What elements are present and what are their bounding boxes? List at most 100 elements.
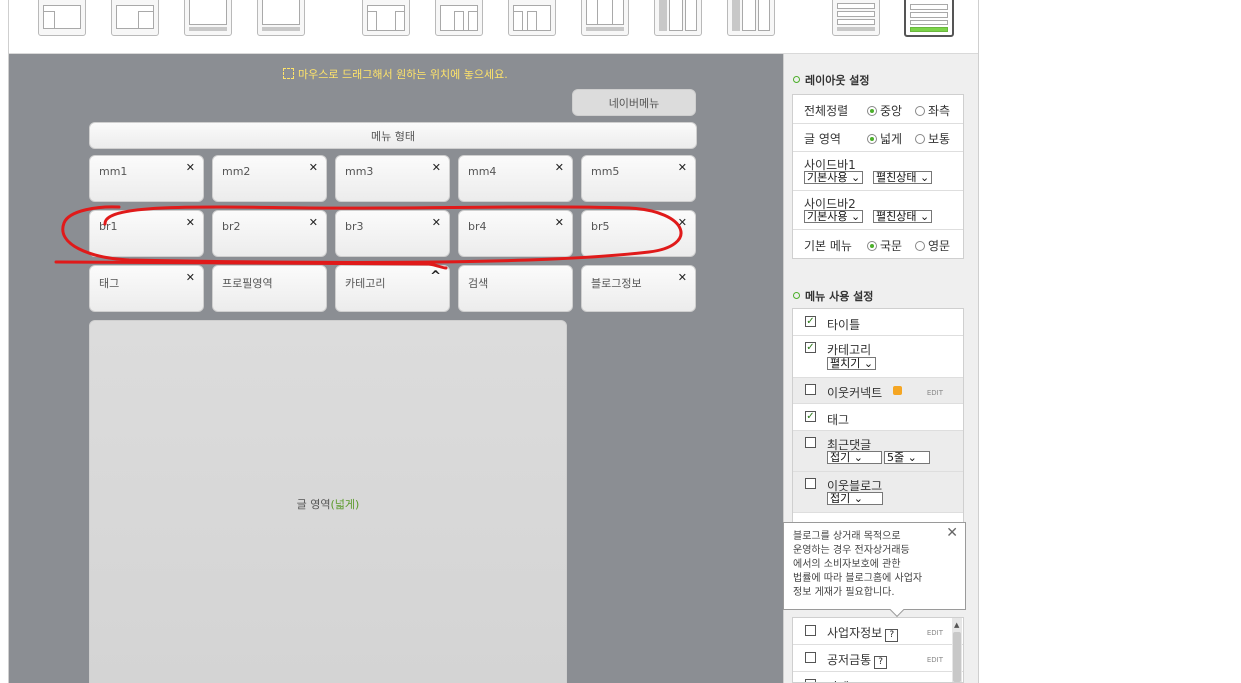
row-label: 글 영역 [804,132,841,146]
new-badge-icon [893,386,902,395]
menu-settings-box-lower: 사업자정보? EDIT 공저금통? EDIT 타겟 ▲ [792,617,964,683]
edit-link[interactable]: EDIT [927,389,943,397]
neighbor-blog-mode-select[interactable]: 접기 ⌄ [827,492,883,505]
question-icon[interactable]: ? [874,656,888,669]
layout-thumbnail-icon[interactable] [435,0,483,36]
br-menu-block[interactable]: br3 ✕ [335,210,450,257]
mm-menu-block[interactable]: mm2 ✕ [212,155,327,202]
edit-link[interactable]: EDIT [927,629,943,637]
scrollbar-thumb[interactable] [953,632,961,682]
close-icon[interactable]: ✕ [946,526,958,540]
category-mode-select[interactable]: 펼치기 ⌄ [827,357,877,370]
profile-widget-block[interactable]: 프로필영역 [212,265,327,312]
mm-menu-block[interactable]: mm5 ✕ [581,155,696,202]
layout-thumbnail-icon[interactable] [362,0,410,36]
align-left-radio[interactable]: 좌측 [915,102,950,119]
scroll-up-icon[interactable]: ▲ [954,621,959,629]
sidebar2-use-select[interactable]: 기본사용 ⌄ [804,210,864,223]
layout-thumbnail-icon[interactable] [111,0,159,36]
naver-menu-block[interactable]: 네이버메뉴 [572,89,696,116]
menu-item-partial: 타겟 [793,672,963,682]
align-center-radio[interactable]: 중앙 [867,102,902,119]
recent-comments-mode-select[interactable]: 접기 ⌄ [827,451,882,464]
close-icon[interactable]: ✕ [678,161,687,174]
layout-thumbnail-icon[interactable] [654,0,702,36]
mm-menu-block[interactable]: mm3 ✕ [335,155,450,202]
tooltip-line: 블로그를 상거래 목적으로 [793,531,901,542]
partial-checkbox[interactable] [805,679,816,682]
close-icon[interactable]: ✕ [432,161,441,174]
close-icon[interactable]: ✕ [555,161,564,174]
block-label: mm1 [99,165,128,178]
menu-form-label: 메뉴 형태 [371,129,415,143]
mm-menu-block[interactable]: mm4 ✕ [458,155,573,202]
layout-thumbnail-icon[interactable] [257,0,305,36]
close-icon[interactable]: ✕ [309,161,318,174]
category-widget-block[interactable]: 카테고리 ^ [335,265,450,312]
menu-item-category: ✓ 카테고리 펼치기 ⌄ [793,336,963,378]
tooltip-line: 정보 게재가 필요합니다. [793,587,895,598]
scrollbar[interactable]: ▲ [952,618,962,682]
align-row: 전체정렬 중앙 좌측 [793,95,963,124]
sidebar1-use-select[interactable]: 기본사용 ⌄ [804,171,864,184]
close-icon[interactable]: ✕ [678,271,687,284]
layout-thumbnail-icon[interactable] [508,0,556,36]
recent-comments-checkbox[interactable] [805,437,816,448]
blog-layout-editor: 마우스로 드래그해서 원하는 위치에 놓으세요. 네이버메뉴 메뉴 형태 mm1… [8,0,979,683]
title-checkbox[interactable]: ✓ [805,316,816,327]
layout-thumbnail-icon[interactable] [184,0,232,36]
br-menu-block[interactable]: br5 ✕ [581,210,696,257]
block-label: br1 [99,220,118,233]
menu-item-label: 타겟 [827,678,849,682]
text-normal-radio[interactable]: 보통 [915,130,950,147]
sidebar1-row: 사이드바1 기본사용 ⌄ 펼친상태 ⌄ [793,152,963,191]
close-icon[interactable]: ✕ [186,216,195,229]
sidebar1-state-select[interactable]: 펼친상태 ⌄ [873,171,933,184]
tag-checkbox[interactable]: ✓ [805,411,816,422]
block-label: br5 [591,220,610,233]
recent-comments-lines-select[interactable]: 5줄 ⌄ [884,451,930,464]
close-icon[interactable]: ✕ [678,216,687,229]
search-widget-block[interactable]: 검색 [458,265,573,312]
br-menu-block[interactable]: br4 ✕ [458,210,573,257]
neighbor-connect-checkbox[interactable] [805,384,816,395]
close-icon[interactable]: ✕ [186,161,195,174]
sidebar2-state-select[interactable]: 펼친상태 ⌄ [873,210,933,223]
menu-korean-radio[interactable]: 국문 [867,237,902,254]
neighbor-blog-checkbox[interactable] [805,478,816,489]
layout-thumbnail-icon[interactable] [38,0,86,36]
menu-item-label: 카테고리 [827,343,872,357]
question-icon[interactable]: ? [885,629,899,642]
public-fund-checkbox[interactable] [805,652,816,663]
layout-thumbnail-icon[interactable] [727,0,775,36]
text-wide-radio[interactable]: 넓게 [867,130,902,147]
layout-settings-box: 전체정렬 중앙 좌측 글 영역 넓게 보통 사이드바1 기본사용 ⌄ 펼친상태 … [792,94,964,259]
close-icon[interactable]: ✕ [309,216,318,229]
business-info-tooltip: ✕ 블로그를 상거래 목적으로 운영하는 경우 전자상거래등 에서의 소비자보호… [783,522,966,618]
close-icon[interactable]: ✕ [432,216,441,229]
block-label: 검색 [468,277,489,290]
mm-menu-block[interactable]: mm1 ✕ [89,155,204,202]
br-menu-block[interactable]: br2 ✕ [212,210,327,257]
category-checkbox[interactable]: ✓ [805,342,816,353]
layout-thumbnail-selected-icon[interactable] [904,0,954,37]
block-label: 태그 [99,277,120,290]
layout-thumbnail-icon[interactable] [581,0,629,36]
bloginfo-widget-block[interactable]: 블로그정보 ✕ [581,265,696,312]
content-area-block[interactable]: 글 영역(넓게) [89,320,567,683]
layout-thumbnail-icon[interactable] [832,0,880,36]
edit-link[interactable]: EDIT [927,656,943,664]
collapse-icon[interactable]: ^ [430,269,441,284]
naver-menu-label: 네이버메뉴 [608,96,660,110]
close-icon[interactable]: ✕ [186,271,195,284]
tooltip-line: 에서의 소비자보호에 관한 [793,559,901,570]
menu-form-block[interactable]: 메뉴 형태 [89,122,697,149]
br-menu-block[interactable]: br1 ✕ [89,210,204,257]
menu-english-radio[interactable]: 영문 [915,237,950,254]
layout-settings-title: 레이아웃 설정 [793,72,870,88]
content-area-label: 글 영역(넓게) [296,498,360,511]
tooltip-line: 법률에 따라 블로그홈에 사업자 [793,573,923,584]
tag-widget-block[interactable]: 태그 ✕ [89,265,204,312]
close-icon[interactable]: ✕ [555,216,564,229]
business-info-checkbox[interactable] [805,625,816,636]
